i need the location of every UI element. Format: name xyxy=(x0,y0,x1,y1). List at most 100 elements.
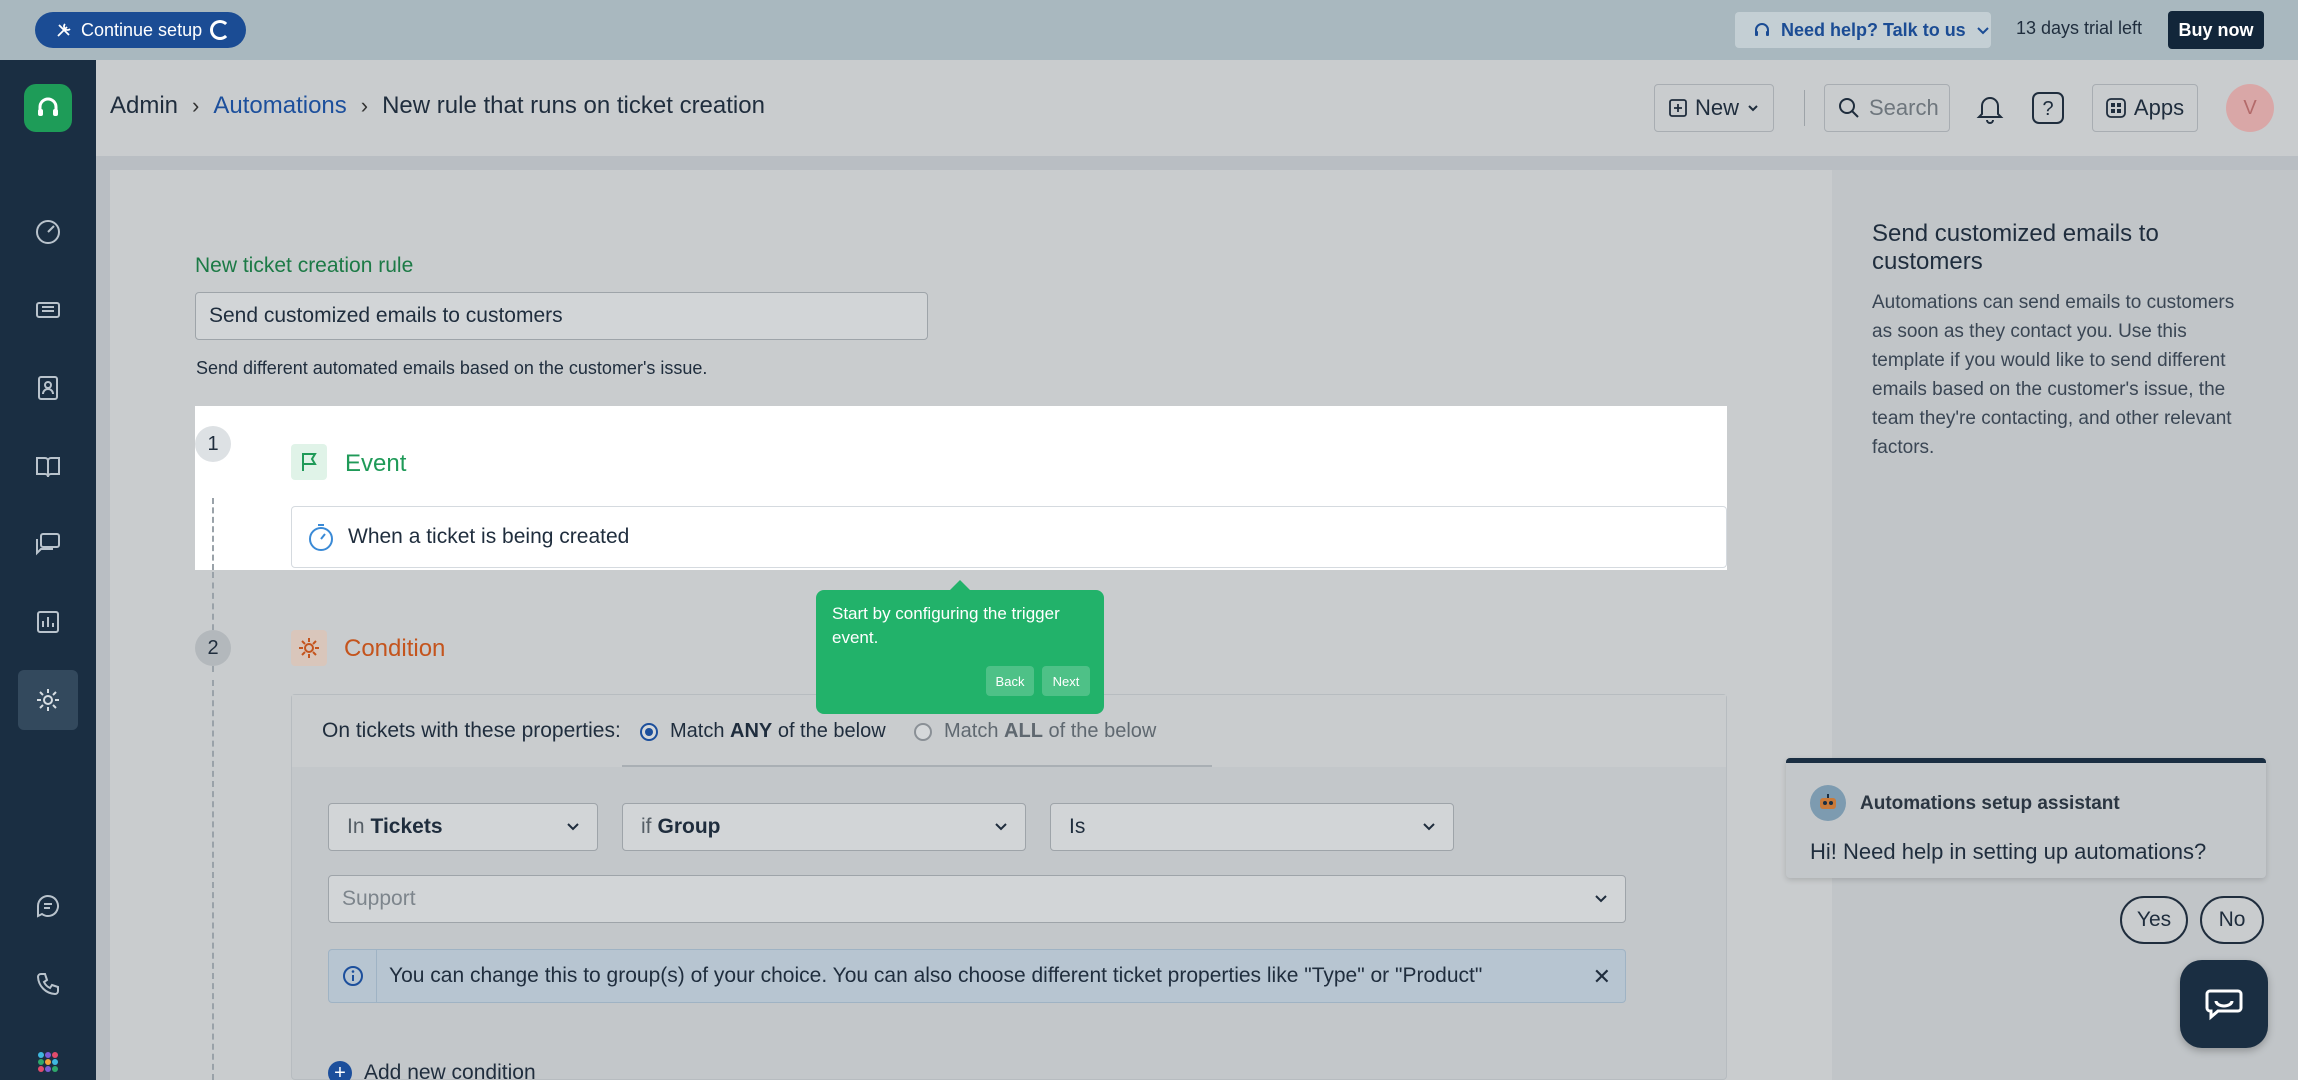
step-connector xyxy=(212,498,214,570)
phone-icon[interactable] xyxy=(18,954,78,1014)
rule-type-label: New ticket creation rule xyxy=(195,254,414,277)
continue-setup-label: Continue setup xyxy=(81,19,203,40)
condition-title: Condition xyxy=(344,635,446,662)
info-icon xyxy=(329,950,377,1002)
help-label: Need help? Talk to us xyxy=(1781,19,1966,40)
match-all-bold: ALL xyxy=(1004,720,1043,742)
condition-value-select[interactable]: Support xyxy=(328,875,1626,923)
assistant-yes-button[interactable]: Yes xyxy=(2120,896,2188,944)
breadcrumb-current: New rule that runs on ticket creation xyxy=(382,92,765,119)
breadcrumb-admin[interactable]: Admin xyxy=(110,92,178,120)
progress-spinner-icon xyxy=(210,20,231,40)
chat-widget-button[interactable] xyxy=(2180,960,2268,1048)
apps-grid-icon[interactable] xyxy=(18,1032,78,1080)
stopwatch-icon xyxy=(309,524,333,551)
continue-setup-button[interactable]: Continue setup xyxy=(35,12,247,48)
match-any-bold: ANY xyxy=(730,720,773,742)
search-input[interactable]: Search xyxy=(1824,84,1950,132)
if-property-select[interactable]: if Group xyxy=(622,803,1026,851)
in-prefix: In xyxy=(347,815,365,838)
help-talk-button[interactable]: Need help? Talk to us xyxy=(1735,12,1991,48)
assistant-name: Automations setup assistant xyxy=(1860,793,2120,814)
match-any-label: Match ANY of the below xyxy=(670,720,886,743)
if-value: Group xyxy=(657,815,721,838)
knowledge-base-icon[interactable] xyxy=(18,436,78,496)
sidebar xyxy=(0,60,96,1080)
info-banner: You can change this to group(s) of your … xyxy=(328,949,1626,1003)
event-section: 1 Event When a ticket is being created xyxy=(195,406,1727,570)
condition-header-label: On tickets with these properties: xyxy=(322,719,621,742)
radio-unselected-icon xyxy=(914,722,932,741)
new-button[interactable]: New xyxy=(1654,84,1774,132)
app-logo-icon[interactable] xyxy=(24,84,72,132)
match-any-pre: Match xyxy=(670,720,731,742)
assistant-no-button[interactable]: No xyxy=(2200,896,2264,944)
breadcrumb-automations[interactable]: Automations xyxy=(213,92,346,120)
operator-value: Is xyxy=(1069,815,1086,838)
radio-selected-icon xyxy=(640,722,658,741)
condition-card: On tickets with these properties: Match … xyxy=(291,694,1727,1080)
tools-icon xyxy=(57,23,71,37)
event-trigger-box[interactable]: When a ticket is being created xyxy=(291,506,1727,568)
search-icon xyxy=(1839,98,1859,118)
tooltip-text: Start by configuring the trigger event. xyxy=(832,604,1060,647)
tooltip-back-button[interactable]: Back xyxy=(986,666,1034,696)
apps-icon xyxy=(2106,98,2126,118)
header-underline xyxy=(622,765,1212,767)
match-any-post: of the below xyxy=(772,720,886,742)
template-description: Automations can send emails to customers… xyxy=(1872,292,2235,458)
chevron-down-icon xyxy=(1976,27,1989,35)
condition-value-placeholder: Support xyxy=(342,887,416,910)
chevron-down-icon xyxy=(1748,105,1758,112)
svg-text:?: ? xyxy=(2042,98,2053,120)
plus-square-icon xyxy=(1669,99,1687,117)
contacts-icon[interactable] xyxy=(18,358,78,418)
add-new-condition-button[interactable]: + Add new condition xyxy=(328,1061,536,1080)
match-all-radio[interactable]: Match ALL of the below xyxy=(914,720,1156,743)
match-any-radio[interactable]: Match ANY of the below xyxy=(640,720,886,743)
info-text: You can change this to group(s) of your … xyxy=(389,964,1483,987)
bot-avatar-icon xyxy=(1810,785,1846,821)
step-number-2: 2 xyxy=(195,630,231,666)
tooltip-next-button[interactable]: Next xyxy=(1042,666,1090,696)
avatar[interactable]: V xyxy=(2226,84,2274,132)
dashboard-icon[interactable] xyxy=(18,202,78,262)
step-number-1: 1 xyxy=(195,426,231,462)
headset-icon xyxy=(1755,23,1769,36)
help-question-icon[interactable]: ? xyxy=(2028,88,2068,128)
apps-label: Apps xyxy=(2133,95,2185,120)
notifications-bell-icon[interactable] xyxy=(1970,88,2010,128)
reports-icon[interactable] xyxy=(18,592,78,652)
tickets-icon[interactable] xyxy=(18,280,78,340)
if-prefix: if xyxy=(641,815,652,838)
in-value: Tickets xyxy=(370,815,443,838)
chevron-down-icon xyxy=(567,823,579,831)
rule-name-input[interactable]: Send customized emails to customers xyxy=(195,292,928,340)
top-banner: Continue setup Need help? Talk to us 13 … xyxy=(0,0,2298,60)
chevron-down-icon xyxy=(995,823,1007,831)
in-entity-select[interactable]: In Tickets xyxy=(328,803,598,851)
match-all-post: of the below xyxy=(1042,720,1157,742)
chevron-down-icon xyxy=(1595,895,1607,903)
event-title: Event xyxy=(345,450,407,477)
flag-icon xyxy=(291,444,327,480)
template-title: Send customized emails to customers xyxy=(1872,220,2159,275)
condition-gear-icon xyxy=(291,630,327,666)
search-placeholder: Search xyxy=(1869,95,1939,120)
close-icon[interactable]: ✕ xyxy=(1593,964,1611,990)
admin-gear-icon[interactable] xyxy=(18,670,78,730)
apps-button[interactable]: Apps xyxy=(2092,84,2198,132)
breadcrumb: Admin › Automations › New rule that runs… xyxy=(110,92,765,120)
conversations-icon[interactable] xyxy=(18,514,78,574)
chat-icon[interactable] xyxy=(18,876,78,936)
step-connector xyxy=(212,680,214,1080)
plus-icon: + xyxy=(328,1061,352,1080)
rule-description: Send different automated emails based on… xyxy=(196,358,708,378)
buy-now-button[interactable]: Buy now xyxy=(2168,11,2264,49)
chevron-down-icon xyxy=(1423,823,1435,831)
trial-days-text: 13 days trial left xyxy=(2016,18,2143,38)
assistant-message: Hi! Need help in setting up automations? xyxy=(1810,839,2207,864)
chevron-right-icon: › xyxy=(360,93,369,118)
chevron-right-icon: › xyxy=(192,93,200,118)
operator-select[interactable]: Is xyxy=(1050,803,1454,851)
